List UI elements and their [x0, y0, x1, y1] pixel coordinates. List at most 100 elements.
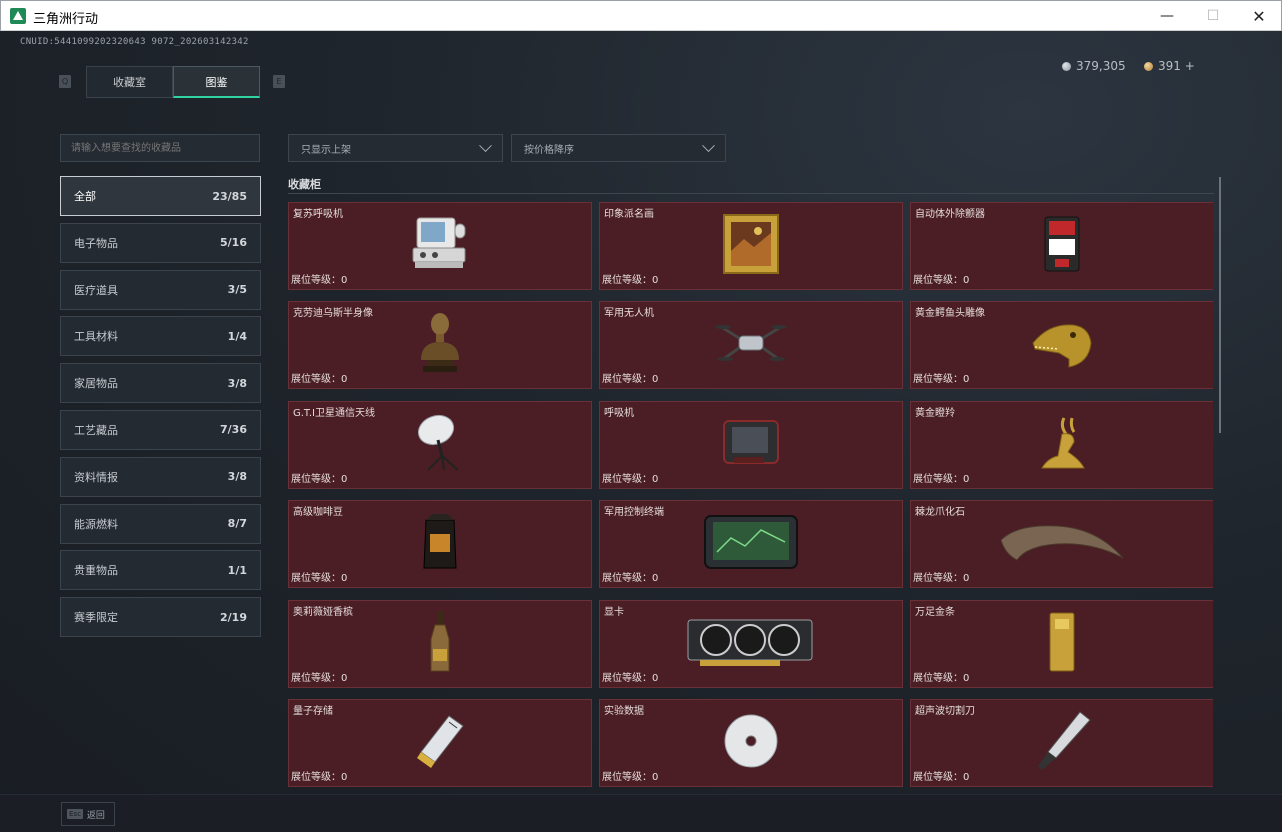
- display-level: 展位等级：0: [602, 672, 659, 684]
- category-label: 家居物品: [74, 377, 118, 391]
- gpu-icon: [686, 614, 816, 674]
- collection-card[interactable]: 高级咖啡豆 展位等级：0: [288, 500, 592, 589]
- grid-scrollbar[interactable]: [1219, 177, 1221, 433]
- gold-amount: 391 +: [1158, 59, 1195, 73]
- window-titlebar: 三角洲行动 — ☐ ✕: [0, 0, 1282, 31]
- display-level: 展位等级：0: [913, 672, 970, 684]
- collection-card[interactable]: 黄金瞪羚 展位等级：0: [910, 400, 1213, 489]
- back-label: 返回: [86, 810, 105, 821]
- collection-card[interactable]: 自动体外除颤器 展位等级：0: [910, 202, 1213, 290]
- crocodile-head-icon: [1029, 313, 1095, 377]
- minimize-button[interactable]: —: [1144, 1, 1190, 31]
- item-name: 黄金鳄鱼头雕像: [915, 308, 985, 320]
- collection-card[interactable]: 超声波切割刀 展位等级：0: [910, 699, 1213, 788]
- collection-card[interactable]: 奥莉薇娅香槟 展位等级：0: [288, 599, 592, 688]
- silver-currency: 379,305: [1062, 59, 1126, 73]
- item-name: 复苏呼吸机: [293, 209, 343, 220]
- category-count: 2/19: [220, 610, 247, 624]
- satellite-dish-icon: [414, 412, 466, 478]
- search-input[interactable]: [60, 134, 260, 162]
- painting-icon: [722, 213, 780, 279]
- close-button[interactable]: ✕: [1236, 1, 1282, 31]
- item-name: 实验数据: [604, 706, 644, 718]
- collection-card[interactable]: G.T.I卫星通信天线 展位等级：0: [288, 400, 592, 489]
- collection-card[interactable]: 量子存储 展位等级：0: [288, 699, 592, 788]
- collection-card[interactable]: 呼吸机 展位等级：0: [599, 400, 903, 489]
- collection-card[interactable]: 军用控制终端 展位等级：0: [599, 500, 903, 589]
- category-sidebar: 全部 23/85 电子物品 5/16 医疗道具 3/5 工具材料 1/4 家居物品 3/8 工艺藏品…: [60, 176, 261, 644]
- display-level: 展位等级：0: [291, 672, 348, 684]
- collection-card[interactable]: 万足金条展位等级：0: [910, 599, 1213, 688]
- category-count: 8/7: [227, 517, 247, 531]
- category-label: 医疗道具: [74, 283, 118, 297]
- window-title: 三角洲行动: [33, 11, 99, 26]
- item-name: G.T.I卫星通信天线: [293, 407, 375, 419]
- display-level: 展位等级：0: [291, 374, 348, 386]
- item-name: 超声波切割刀: [915, 706, 975, 718]
- esc-key-hint: Esc: [67, 809, 83, 819]
- category-label: 电子物品: [74, 236, 118, 250]
- collection-card[interactable]: 实验数据 展位等级：0: [599, 699, 903, 788]
- maximize-button[interactable]: ☐: [1190, 1, 1236, 31]
- category-item[interactable]: 工艺藏品 7/36: [60, 409, 261, 450]
- display-level: 展位等级：0: [913, 374, 970, 386]
- category-count: 1/4: [227, 329, 247, 343]
- gazelle-icon: [1034, 412, 1090, 478]
- champagne-icon: [427, 609, 453, 679]
- bust-icon: [417, 310, 463, 380]
- disc-icon: [722, 712, 780, 774]
- drone-icon: [715, 318, 787, 372]
- category-item[interactable]: 电子物品 5/16: [60, 222, 261, 263]
- display-level: 展位等级：0: [602, 573, 659, 585]
- item-name: 万足金条: [915, 606, 955, 618]
- collection-card[interactable]: 黄金鳄鱼头雕像 展位等级：0: [910, 301, 1213, 390]
- item-name: 自动体外除颤器: [915, 209, 985, 220]
- item-name: 棘龙爪化石: [915, 507, 965, 519]
- item-name: 奥莉薇娅香槟: [293, 606, 353, 618]
- collection-card[interactable]: 军用无人机 展位等级：0: [599, 301, 903, 390]
- sort-dropdown[interactable]: 按价格降序: [511, 134, 726, 162]
- prev-tab-key-hint: Q: [59, 75, 71, 88]
- category-count: 3/5: [227, 283, 247, 297]
- tab-collection-room[interactable]: 收藏室: [86, 66, 173, 98]
- item-name: 黄金瞪羚: [915, 407, 955, 419]
- category-label: 贵重物品: [74, 564, 118, 578]
- gold-currency[interactable]: 391 +: [1144, 59, 1195, 73]
- category-label: 能源燃料: [74, 517, 118, 531]
- shelf-filter-dropdown[interactable]: 只显示上架: [288, 134, 503, 162]
- section-divider: [288, 193, 1214, 194]
- category-count: 23/85: [212, 189, 247, 203]
- collection-card[interactable]: 显卡展位等级：0: [599, 599, 903, 688]
- item-name: 显卡: [604, 606, 624, 618]
- gold-bar-icon: [1047, 611, 1077, 677]
- display-level: 展位等级：0: [913, 573, 970, 585]
- tab-catalog[interactable]: 图鉴: [173, 66, 260, 98]
- category-item[interactable]: 工具材料 1/4: [60, 316, 261, 357]
- collection-card[interactable]: 印象派名画 展位等级：0: [599, 202, 903, 290]
- category-item[interactable]: 家居物品 3/8: [60, 363, 261, 404]
- item-name: 军用无人机: [604, 308, 654, 320]
- collection-card[interactable]: 克劳迪乌斯半身像 展位等级：0: [288, 301, 592, 390]
- display-level: 展位等级：0: [291, 473, 348, 485]
- item-name: 军用控制终端: [604, 507, 664, 519]
- category-item[interactable]: 贵重物品 1/1: [60, 550, 261, 591]
- terminal-icon: [701, 512, 801, 576]
- collection-card[interactable]: 复苏呼吸机 展位等级：0: [288, 202, 592, 290]
- back-button[interactable]: Esc 返回: [61, 802, 115, 826]
- category-item[interactable]: 能源燃料 8/7: [60, 503, 261, 544]
- display-level: 展位等级：0: [913, 275, 970, 286]
- coffee-bag-icon: [420, 512, 460, 576]
- category-item[interactable]: 资料情报 3/8: [60, 456, 261, 497]
- category-item[interactable]: 赛季限定 2/19: [60, 597, 261, 638]
- category-item[interactable]: 全部 23/85: [60, 176, 261, 216]
- category-count: 1/1: [227, 563, 247, 577]
- sort-value: 按价格降序: [524, 144, 574, 156]
- item-name: 印象派名画: [604, 209, 654, 220]
- gold-coin-icon: [1144, 61, 1153, 71]
- display-level: 展位等级：0: [291, 772, 348, 784]
- category-item[interactable]: 医疗道具 3/5: [60, 269, 261, 310]
- category-label: 赛季限定: [74, 611, 118, 625]
- category-count: 3/8: [227, 470, 247, 484]
- next-tab-key-hint: E: [273, 75, 285, 88]
- collection-card[interactable]: 棘龙爪化石展位等级：0: [910, 500, 1213, 589]
